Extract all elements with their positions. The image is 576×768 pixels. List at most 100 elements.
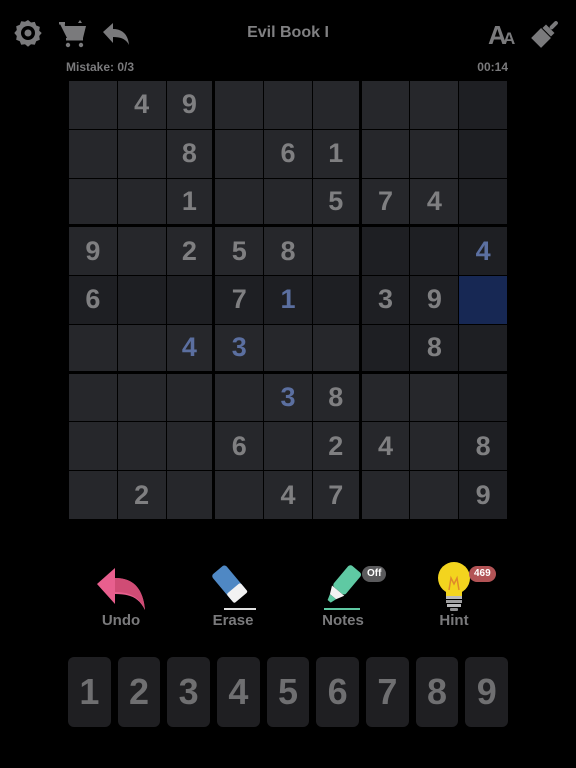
cell-r8c1[interactable] — [69, 422, 117, 471]
cell-r7c4[interactable] — [215, 373, 264, 422]
sudoku-board: 49861157492584671394383862482479 — [68, 80, 508, 520]
number-button-2[interactable]: 2 — [117, 657, 161, 727]
cell-r2c3[interactable]: 8 — [166, 129, 213, 178]
cell-r8c5[interactable] — [264, 422, 312, 471]
cell-r9c7[interactable] — [361, 471, 410, 519]
cell-r7c5[interactable]: 3 — [264, 373, 312, 422]
cell-r7c8[interactable] — [410, 373, 459, 422]
cell-r4c5[interactable]: 8 — [264, 227, 312, 276]
cell-r3c9[interactable] — [459, 178, 507, 225]
cell-r4c2[interactable] — [117, 227, 166, 276]
cell-r6c2[interactable] — [117, 324, 166, 371]
cell-r4c7[interactable] — [361, 227, 410, 276]
cell-r6c9[interactable] — [459, 324, 507, 371]
cell-r4c3[interactable]: 2 — [166, 227, 213, 276]
cell-r7c7[interactable] — [361, 373, 410, 422]
cell-r6c1[interactable] — [69, 324, 117, 371]
cell-r5c5[interactable]: 1 — [264, 276, 312, 324]
notes-button[interactable]: Off Notes — [298, 556, 388, 629]
cell-r9c1[interactable] — [69, 471, 117, 519]
cell-r3c4[interactable] — [215, 178, 264, 225]
number-button-8[interactable]: 8 — [415, 657, 459, 727]
cell-r3c6[interactable]: 5 — [312, 178, 359, 225]
cell-r2c9[interactable] — [459, 129, 507, 178]
cell-r6c4[interactable]: 3 — [215, 324, 264, 371]
number-button-9[interactable]: 9 — [465, 657, 509, 727]
cell-r2c4[interactable] — [215, 129, 264, 178]
cell-r9c8[interactable] — [410, 471, 459, 519]
cell-r5c9[interactable] — [459, 276, 507, 324]
cell-r9c6[interactable]: 7 — [312, 471, 359, 519]
cell-r5c7[interactable]: 3 — [361, 276, 410, 324]
cell-r4c1[interactable]: 9 — [69, 227, 117, 276]
cell-r4c9[interactable]: 4 — [459, 227, 507, 276]
eraser-icon — [212, 565, 256, 610]
hint-button[interactable]: 469 Hint — [409, 556, 499, 629]
cell-r1c6[interactable] — [312, 81, 359, 129]
erase-button[interactable]: Erase — [188, 556, 278, 629]
cell-r9c5[interactable]: 4 — [264, 471, 312, 519]
cell-r7c6[interactable]: 8 — [312, 373, 359, 422]
cell-r1c4[interactable] — [215, 81, 264, 129]
cell-r9c2[interactable]: 2 — [117, 471, 166, 519]
number-button-5[interactable]: 5 — [266, 657, 310, 727]
cell-r1c7[interactable] — [361, 81, 410, 129]
theme-button[interactable] — [529, 16, 563, 50]
cell-r1c3[interactable]: 9 — [166, 81, 213, 129]
cell-r6c6[interactable] — [312, 324, 359, 371]
cell-r4c8[interactable] — [410, 227, 459, 276]
undo-button[interactable]: Undo — [76, 556, 166, 629]
cell-r1c8[interactable] — [410, 81, 459, 129]
cell-r8c2[interactable] — [117, 422, 166, 471]
cell-r8c4[interactable]: 6 — [215, 422, 264, 471]
cell-r8c7[interactable]: 4 — [361, 422, 410, 471]
cell-r3c2[interactable] — [117, 178, 166, 225]
cell-r1c5[interactable] — [264, 81, 312, 129]
cell-r4c4[interactable]: 5 — [215, 227, 264, 276]
cell-r3c5[interactable] — [264, 178, 312, 225]
cell-r9c4[interactable] — [215, 471, 264, 519]
cell-r9c3[interactable] — [166, 471, 213, 519]
cell-r2c7[interactable] — [361, 129, 410, 178]
cell-r8c3[interactable] — [166, 422, 213, 471]
cell-r5c4[interactable]: 7 — [215, 276, 264, 324]
cell-r2c8[interactable] — [410, 129, 459, 178]
cell-r6c8[interactable]: 8 — [410, 324, 459, 371]
cell-r5c1[interactable]: 6 — [69, 276, 117, 324]
font-size-button[interactable]: A A — [486, 16, 520, 50]
number-pad: 123456789 — [68, 657, 509, 727]
number-button-4[interactable]: 4 — [217, 657, 260, 727]
cell-r7c2[interactable] — [117, 373, 166, 422]
cell-r3c8[interactable]: 4 — [410, 178, 459, 225]
cell-r6c7[interactable] — [361, 324, 410, 371]
cell-r4c6[interactable] — [312, 227, 359, 276]
cell-r7c9[interactable] — [459, 373, 507, 422]
cell-r7c1[interactable] — [69, 373, 117, 422]
number-button-1[interactable]: 1 — [68, 657, 111, 727]
cell-r5c3[interactable] — [166, 276, 213, 324]
cell-r3c1[interactable] — [69, 178, 117, 225]
cell-r1c9[interactable] — [459, 81, 507, 129]
cell-r9c9[interactable]: 9 — [459, 471, 507, 519]
cell-r2c6[interactable]: 1 — [312, 129, 359, 178]
cell-r7c3[interactable] — [166, 373, 213, 422]
cell-r2c2[interactable] — [117, 129, 166, 178]
cell-r8c8[interactable] — [410, 422, 459, 471]
cell-r6c3[interactable]: 4 — [166, 324, 213, 371]
cell-r1c2[interactable]: 4 — [117, 81, 166, 129]
cell-r5c2[interactable] — [117, 276, 166, 324]
paintbrush-icon — [531, 21, 558, 48]
cell-r5c8[interactable]: 9 — [410, 276, 459, 324]
cell-r3c3[interactable]: 1 — [166, 178, 213, 225]
number-button-7[interactable]: 7 — [366, 657, 409, 727]
cell-r8c9[interactable]: 8 — [459, 422, 507, 471]
cell-r3c7[interactable]: 7 — [361, 178, 410, 225]
cell-r1c1[interactable] — [69, 81, 117, 129]
number-button-3[interactable]: 3 — [167, 657, 211, 727]
cell-r6c5[interactable] — [264, 324, 312, 371]
cell-r5c6[interactable] — [312, 276, 359, 324]
cell-r8c6[interactable]: 2 — [312, 422, 359, 471]
cell-r2c5[interactable]: 6 — [264, 129, 312, 178]
cell-r2c1[interactable] — [69, 129, 117, 178]
number-button-6[interactable]: 6 — [316, 657, 360, 727]
